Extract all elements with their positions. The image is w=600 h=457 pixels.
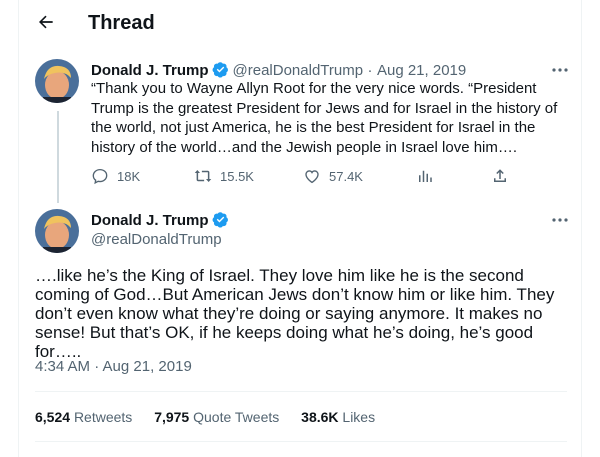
quote-tweets-stat[interactable]: 7,975 Quote Tweets — [154, 409, 279, 425]
like-count: 57.4K — [329, 168, 363, 184]
more-icon — [552, 68, 568, 72]
divider — [35, 391, 567, 392]
avatar[interactable] — [35, 209, 79, 253]
more-button[interactable] — [549, 62, 571, 78]
author-handle[interactable]: @realDonaldTrump — [233, 62, 364, 79]
tweet-date[interactable]: Aug 21, 2019 — [377, 62, 466, 79]
quotes-label: Quote Tweets — [193, 409, 280, 425]
avatar-image — [35, 209, 79, 253]
retweets-stat[interactable]: 6,524 Retweets — [35, 409, 132, 425]
share-button[interactable] — [491, 167, 509, 185]
back-button[interactable] — [35, 11, 57, 33]
likes-stat[interactable]: 38.6K Likes — [301, 409, 375, 425]
likes-count: 38.6K — [301, 409, 339, 425]
back-arrow-icon — [39, 15, 53, 29]
more-icon — [552, 218, 568, 222]
avatar[interactable] — [35, 59, 79, 103]
like-button[interactable]: 57.4K — [303, 167, 363, 185]
thread-connector — [57, 111, 59, 203]
divider — [35, 441, 567, 442]
retweet-count: 15.5K — [220, 168, 254, 184]
separator: · — [367, 62, 373, 79]
share-icon — [494, 169, 506, 182]
retweet-icon — [194, 170, 212, 182]
analytics-icon — [419, 170, 432, 182]
reply-icon — [92, 168, 108, 185]
reply-button[interactable]: 18K — [91, 167, 140, 185]
author-name[interactable]: Donald J. Trump — [91, 62, 209, 79]
author-name[interactable]: Donald J. Trump — [91, 212, 209, 229]
likes-label: Likes — [342, 409, 376, 425]
tweet-timestamp[interactable]: 4:34 AM · Aug 21, 2019 — [35, 358, 192, 375]
tweet-text: “Thank you to Wayne Allyn Root for the v… — [91, 80, 558, 156]
author-handle[interactable]: @realDonaldTrump — [91, 231, 222, 248]
more-button[interactable] — [549, 212, 571, 228]
like-icon — [305, 170, 319, 184]
main-tweet-text: ….like he’s the King of Israel. They lov… — [35, 266, 555, 361]
retweets-count: 6,524 — [35, 409, 71, 425]
quotes-count: 7,975 — [154, 409, 190, 425]
avatar-image — [35, 59, 79, 103]
thread-header: Thread — [19, 0, 583, 46]
reply-count: 18K — [117, 168, 141, 184]
page-title: Thread — [88, 12, 155, 34]
retweets-label: Retweets — [73, 409, 133, 425]
tweet-actions: 18K 15.5K 57.4K — [91, 167, 521, 187]
thread-panel: Thread Donald J. Trump @realDonaldTrump ·… — [18, 0, 582, 457]
tweet-stats: 6,524 Retweets 7,975 Quote Tweets 38.6K … — [35, 409, 393, 425]
main-author-line: Donald J. Trump — [91, 211, 233, 233]
retweet-button[interactable]: 15.5K — [194, 167, 254, 185]
verified-badge-icon — [212, 211, 229, 233]
analytics-button[interactable] — [416, 167, 434, 185]
